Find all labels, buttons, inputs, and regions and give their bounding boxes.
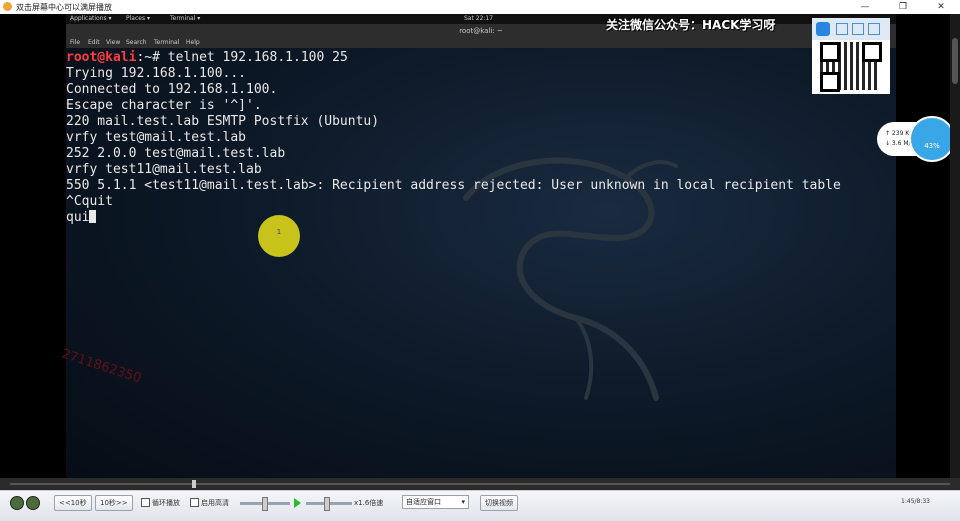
qr-small-icon <box>868 23 880 35</box>
switch-video-button[interactable]: 切换视频 <box>480 495 518 511</box>
menu-file[interactable]: File <box>70 39 80 46</box>
minimize-button[interactable]: — <box>846 0 884 14</box>
qr-code-panel <box>812 18 890 94</box>
menu-edit[interactable]: Edit <box>88 39 100 46</box>
fit-window-value: 自适应窗口 <box>406 498 441 506</box>
volume-thumb[interactable] <box>262 497 268 511</box>
playback-time: 1:45/8:33 <box>901 498 930 505</box>
qr-finder <box>820 72 840 92</box>
qr-finder <box>862 42 882 62</box>
player-title-bar: 双击屏幕中心可以满屏播放 — ❐ ✕ <box>0 0 960 14</box>
maximize-button[interactable]: ❐ <box>884 0 922 14</box>
output-line: ^Cquit <box>66 194 113 209</box>
glasses-icon[interactable] <box>10 494 42 510</box>
menu-help[interactable]: Help <box>186 39 200 46</box>
menu-search[interactable]: Search <box>126 39 147 46</box>
chevron-down-icon: ▾ <box>461 498 465 506</box>
player-controls: <<10秒 10秒>> 循环播放 启用高清 x1.6倍速 自适应窗口 ▾ 切换视频… <box>0 490 960 521</box>
player-scrollbar[interactable] <box>950 14 960 490</box>
scroll-thumb[interactable] <box>952 38 958 84</box>
prompt-line: root@kali:~# telnet 192.168.1.100 25 <box>66 50 841 66</box>
output-line: Escape character is '^]'. <box>66 98 262 113</box>
loop-label: 循环播放 <box>152 499 180 507</box>
cpu-percent: 43% <box>924 142 940 150</box>
terminal-body[interactable]: root@kali:~# telnet 192.168.1.100 25 Tryi… <box>66 48 896 490</box>
input-line[interactable]: qui <box>66 210 841 226</box>
fit-window-select[interactable]: 自适应窗口 ▾ <box>402 495 469 509</box>
terminal-menubar: File Edit View Search Terminal Help <box>66 38 896 48</box>
speed-label: x1.6倍速 <box>354 499 384 507</box>
prompt-command: :~# telnet 192.168.1.100 25 <box>136 50 348 65</box>
current-input: qui <box>66 210 90 225</box>
gnome-clock: Sat 22:17 <box>464 15 494 22</box>
close-button[interactable]: ✕ <box>922 0 960 14</box>
loop-checkbox[interactable] <box>141 498 150 507</box>
click-marker: 1 <box>258 215 300 257</box>
applications-menu[interactable]: Applications ▾ <box>70 15 112 22</box>
menu-terminal[interactable]: Terminal <box>154 39 179 46</box>
player-title: 双击屏幕中心可以满屏播放 <box>16 3 112 12</box>
video-area[interactable]: Applications ▾ Places ▾ Terminal ▾ Sat 2… <box>0 14 960 490</box>
hd-checkbox[interactable] <box>190 498 199 507</box>
qr-small-icon <box>852 23 864 35</box>
output-line: vrfy test@mail.test.lab <box>66 130 247 145</box>
qr-finder <box>820 42 840 62</box>
network-speed-widget[interactable]: ↑ 239 K/s ↓ 3.6 M/s 43% <box>877 116 955 162</box>
output-line: vrfy test11@mail.test.lab <box>66 162 262 177</box>
output-line: 252 2.0.0 test@mail.test.lab <box>66 146 286 161</box>
click-marker-label: 1 <box>276 228 282 236</box>
qr-small-icon <box>836 23 848 35</box>
follow-overlay-text: 关注微信公众号：HACK学习呀 <box>606 18 776 32</box>
terminal-window: root@kali: ~ ✕ File Edit View Search Ter… <box>66 24 896 490</box>
seek-bar[interactable] <box>0 478 960 490</box>
forward-10s-button[interactable]: 10秒>> <box>95 495 133 511</box>
play-icon[interactable] <box>294 498 301 508</box>
terminal-output: root@kali:~# telnet 192.168.1.100 25 Tryi… <box>66 50 841 226</box>
seek-thumb[interactable] <box>192 480 196 488</box>
output-line: 220 mail.test.lab ESMTP Postfix (Ubuntu) <box>66 114 380 129</box>
player-logo-icon <box>3 2 12 11</box>
menu-view[interactable]: View <box>106 39 120 46</box>
hd-label: 启用高清 <box>201 499 229 507</box>
output-line: 550 5.1.1 <test11@mail.test.lab>: Recipi… <box>66 178 841 193</box>
rewind-10s-button[interactable]: <<10秒 <box>54 495 92 511</box>
qr-header <box>812 18 890 40</box>
output-line: Trying 192.168.1.100... <box>66 66 247 81</box>
cloud-logo-icon <box>816 22 830 36</box>
assistant-face-icon[interactable]: 43% <box>909 116 955 162</box>
text-cursor <box>89 210 97 223</box>
speed-thumb[interactable] <box>324 497 330 511</box>
terminal-app-menu[interactable]: Terminal ▾ <box>170 15 200 22</box>
places-menu[interactable]: Places ▾ <box>126 15 150 22</box>
seek-track[interactable] <box>10 483 950 485</box>
output-line: Connected to 192.168.1.100. <box>66 82 278 97</box>
prompt-user: root@kali <box>66 50 137 65</box>
